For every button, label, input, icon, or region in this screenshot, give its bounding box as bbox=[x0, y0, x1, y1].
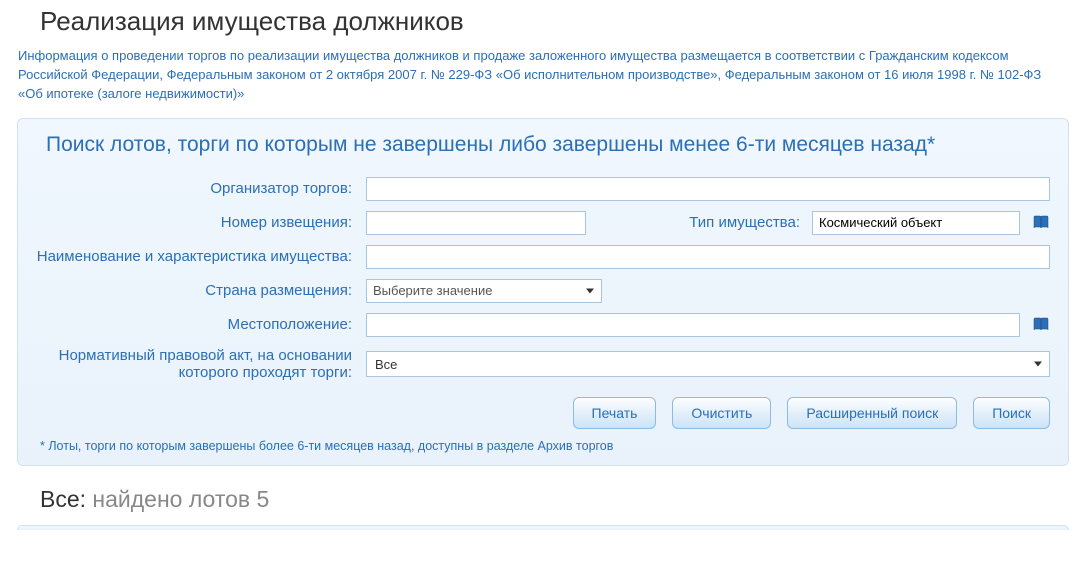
organizer-input[interactable] bbox=[366, 177, 1050, 201]
results-text: найдено лотов 5 bbox=[86, 486, 269, 512]
property-name-input[interactable] bbox=[366, 245, 1050, 269]
row-property-name: Наименование и характеристика имущества: bbox=[36, 245, 1050, 269]
page-title: Реализация имущества должников bbox=[0, 0, 1086, 47]
label-property-type: Тип имущества: bbox=[689, 214, 800, 231]
row-country: Страна размещения: Выберите значение bbox=[36, 279, 1050, 303]
label-organizer: Организатор торгов: bbox=[36, 180, 366, 197]
intro-text: Информация о проведении торгов по реализ… bbox=[0, 47, 1086, 112]
advanced-search-button[interactable]: Расширенный поиск bbox=[787, 397, 957, 429]
country-select[interactable]: Выберите значение bbox=[366, 279, 602, 303]
notice-number-input[interactable] bbox=[366, 211, 586, 235]
label-act: Нормативный правовой акт, на основании к… bbox=[36, 347, 366, 382]
row-organizer: Организатор торгов: bbox=[36, 177, 1050, 201]
results-heading: Все: найдено лотов 5 bbox=[0, 466, 1086, 525]
row-act: Нормативный правовой акт, на основании к… bbox=[36, 347, 1050, 382]
search-button[interactable]: Поиск bbox=[973, 397, 1050, 429]
location-input[interactable] bbox=[366, 313, 1020, 337]
book-icon[interactable] bbox=[1032, 317, 1050, 333]
label-location: Местоположение: bbox=[36, 316, 366, 333]
panel-heading: Поиск лотов, торги по которым не заверше… bbox=[36, 127, 1050, 177]
row-location: Местоположение: bbox=[36, 313, 1050, 337]
property-type-input[interactable] bbox=[812, 211, 1020, 235]
label-notice-number: Номер извещения: bbox=[36, 214, 366, 231]
results-panel bbox=[17, 525, 1069, 530]
search-panel: Поиск лотов, торги по которым не заверше… bbox=[17, 118, 1069, 467]
button-row: Печать Очистить Расширенный поиск Поиск bbox=[36, 391, 1050, 439]
row-notice-number: Номер извещения: Тип имущества: bbox=[36, 211, 1050, 235]
act-select[interactable]: Все bbox=[366, 351, 1050, 377]
footnote: * Лоты, торги по которым завершены более… bbox=[36, 439, 1050, 455]
label-country: Страна размещения: bbox=[36, 282, 366, 299]
results-prefix: Все: bbox=[40, 486, 86, 512]
label-property-name: Наименование и характеристика имущества: bbox=[36, 248, 366, 265]
book-icon[interactable] bbox=[1032, 215, 1050, 231]
print-button[interactable]: Печать bbox=[573, 397, 657, 429]
clear-button[interactable]: Очистить bbox=[672, 397, 771, 429]
